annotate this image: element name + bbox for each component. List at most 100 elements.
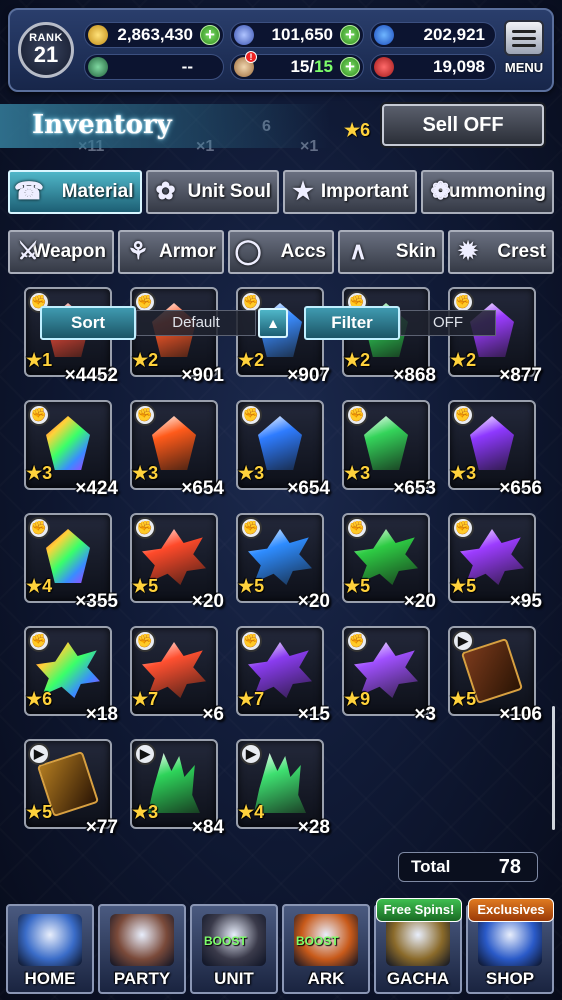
star-icon: ★ bbox=[26, 350, 43, 370]
inventory-item[interactable]: ▶ ★5 ×77 bbox=[24, 739, 118, 838]
add-crystal-plus-icon[interactable]: + bbox=[340, 25, 360, 45]
star-icon: ★ bbox=[238, 350, 255, 370]
home-art-icon bbox=[18, 914, 82, 966]
inventory-item[interactable]: ✊ ★4 ×355 bbox=[24, 513, 118, 612]
tab-skin[interactable]: ∧ Skin bbox=[338, 230, 444, 274]
rarity-value: 5 bbox=[466, 576, 477, 596]
rarity-star: ★5 bbox=[450, 689, 476, 710]
inventory-item[interactable]: ✊ ★5 ×20 bbox=[236, 513, 330, 612]
item-quantity: ×907 bbox=[287, 365, 330, 386]
scrollbar[interactable] bbox=[552, 706, 555, 830]
nav-home-button[interactable]: HOME bbox=[6, 904, 94, 994]
add-ticket-plus-icon[interactable]: + bbox=[340, 57, 360, 77]
item-quantity: ×18 bbox=[85, 704, 118, 725]
hanger-icon: ∧ bbox=[349, 238, 367, 265]
star-icon: ★ bbox=[292, 178, 314, 205]
total-count: Total 78 bbox=[398, 852, 538, 882]
item-quantity: ×20 bbox=[297, 591, 330, 612]
menu-button[interactable]: MENU bbox=[502, 20, 546, 82]
red-currency-counter: 19,098 bbox=[370, 54, 496, 80]
tab-important[interactable]: ★ Important bbox=[283, 170, 417, 214]
inventory-item[interactable]: ✊ ★7 ×6 bbox=[130, 626, 224, 725]
fist-icon: ✊ bbox=[452, 404, 474, 426]
inventory-item[interactable]: ▶ ★4 ×28 bbox=[236, 739, 330, 838]
fist-icon: ✊ bbox=[346, 517, 368, 539]
inventory-item[interactable]: ✊ ★9 ×3 bbox=[342, 626, 436, 725]
scroll-icon: ▶ bbox=[134, 743, 156, 765]
item-quantity: ×6 bbox=[202, 704, 224, 725]
fist-icon: ✊ bbox=[134, 404, 156, 426]
tab-crest[interactable]: ✹ Crest bbox=[448, 230, 554, 274]
rarity-star: ★5 bbox=[450, 576, 476, 597]
star-icon: ★ bbox=[26, 576, 43, 596]
red-currency-value: 19,098 bbox=[433, 57, 485, 76]
party-art-icon bbox=[110, 914, 174, 966]
item-quantity: ×877 bbox=[499, 365, 542, 386]
fist-icon: ✊ bbox=[240, 404, 262, 426]
nav-unit-button[interactable]: BOOST UNIT bbox=[190, 904, 278, 994]
filter-button[interactable]: Filter bbox=[304, 306, 400, 340]
boost-label: BOOST bbox=[296, 934, 339, 948]
sort-order-up-icon[interactable]: ▲ bbox=[258, 308, 288, 338]
star-icon: ★ bbox=[238, 689, 255, 709]
star-icon: ★ bbox=[26, 689, 43, 709]
item-quantity: ×95 bbox=[509, 591, 542, 612]
rarity-star: ★1 bbox=[26, 350, 52, 371]
star-icon: ★ bbox=[238, 802, 255, 822]
item-quantity: ×656 bbox=[499, 478, 542, 499]
inventory-item[interactable]: ✊ ★3 ×424 bbox=[24, 400, 118, 499]
inventory-item[interactable]: ▶ ★3 ×84 bbox=[130, 739, 224, 838]
nav-party-button[interactable]: PARTY bbox=[98, 904, 186, 994]
nav-label: GACHA bbox=[386, 969, 450, 988]
inventory-item[interactable]: ✊ ★3 ×654 bbox=[236, 400, 330, 499]
star-icon: ★ bbox=[450, 350, 467, 370]
filter-value[interactable]: OFF bbox=[400, 310, 496, 336]
tab-armor[interactable]: ⚘ Armor bbox=[118, 230, 224, 274]
menu-label: MENU bbox=[504, 60, 544, 75]
stamina-value: -- bbox=[181, 57, 193, 76]
inventory-item[interactable]: ✊ ★3 ×653 bbox=[342, 400, 436, 499]
fist-icon: ✊ bbox=[134, 630, 156, 652]
rarity-star: ★3 bbox=[344, 463, 370, 484]
total-value: 78 bbox=[498, 856, 521, 878]
sort-value[interactable]: Default bbox=[136, 310, 256, 336]
title-strip: ×11 ×1 ×1 6 Inventory ★6 Sell OFF bbox=[0, 104, 562, 155]
rarity-value: 5 bbox=[148, 576, 159, 596]
inventory-item[interactable]: ✊ ★5 ×20 bbox=[342, 513, 436, 612]
crystal-value: 101,650 bbox=[271, 25, 333, 44]
total-label: Total bbox=[411, 857, 451, 876]
rarity-value: 3 bbox=[360, 463, 371, 483]
ticket-max-value: 15 bbox=[314, 57, 333, 76]
nav-ribbon-badge: Exclusives bbox=[468, 898, 554, 922]
sell-toggle-button[interactable]: Sell OFF bbox=[382, 104, 544, 146]
nav-ark-button[interactable]: BOOST ARK bbox=[282, 904, 370, 994]
item-quantity: ×106 bbox=[499, 704, 542, 725]
inventory-item[interactable]: ✊ ★6 ×18 bbox=[24, 626, 118, 725]
tab-summoning[interactable]: ❁ Summoning bbox=[420, 170, 554, 214]
inventory-item[interactable]: ▶ ★5 ×106 bbox=[448, 626, 542, 725]
rarity-value: 3 bbox=[466, 463, 477, 483]
star-icon: ★ bbox=[344, 463, 361, 483]
star-icon: ★ bbox=[238, 576, 255, 596]
fist-icon: ✊ bbox=[452, 517, 474, 539]
alert-icon: ! bbox=[245, 51, 257, 63]
summon-icon: ❁ bbox=[430, 178, 451, 205]
sort-filter-bar: Sort Default ▲ Filter OFF bbox=[40, 306, 498, 340]
inventory-item[interactable]: ✊ ★3 ×656 bbox=[448, 400, 542, 499]
inventory-item[interactable]: ✊ ★3 ×654 bbox=[130, 400, 224, 499]
star-icon: ★ bbox=[26, 463, 43, 483]
add-gold-plus-icon[interactable]: + bbox=[200, 25, 220, 45]
rarity-star: ★3 bbox=[238, 463, 264, 484]
tab-material[interactable]: ☎ Material bbox=[8, 170, 142, 214]
inventory-item[interactable]: ✊ ★5 ×95 bbox=[448, 513, 542, 612]
inventory-item[interactable]: ✊ ★5 ×20 bbox=[130, 513, 224, 612]
rank-badge[interactable]: RANK 21 bbox=[18, 22, 74, 78]
star-icon: ★ bbox=[450, 463, 467, 483]
sort-button[interactable]: Sort bbox=[40, 306, 136, 340]
star-icon: ★ bbox=[238, 463, 255, 483]
tab-unit-soul[interactable]: ✿ Unit Soul bbox=[145, 170, 279, 214]
star-icon: ★ bbox=[132, 350, 149, 370]
tab-weapon[interactable]: ⚔ Weapon bbox=[8, 230, 114, 274]
inventory-item[interactable]: ✊ ★7 ×15 bbox=[236, 626, 330, 725]
tab-accs[interactable]: ◯ Accs bbox=[228, 230, 334, 274]
